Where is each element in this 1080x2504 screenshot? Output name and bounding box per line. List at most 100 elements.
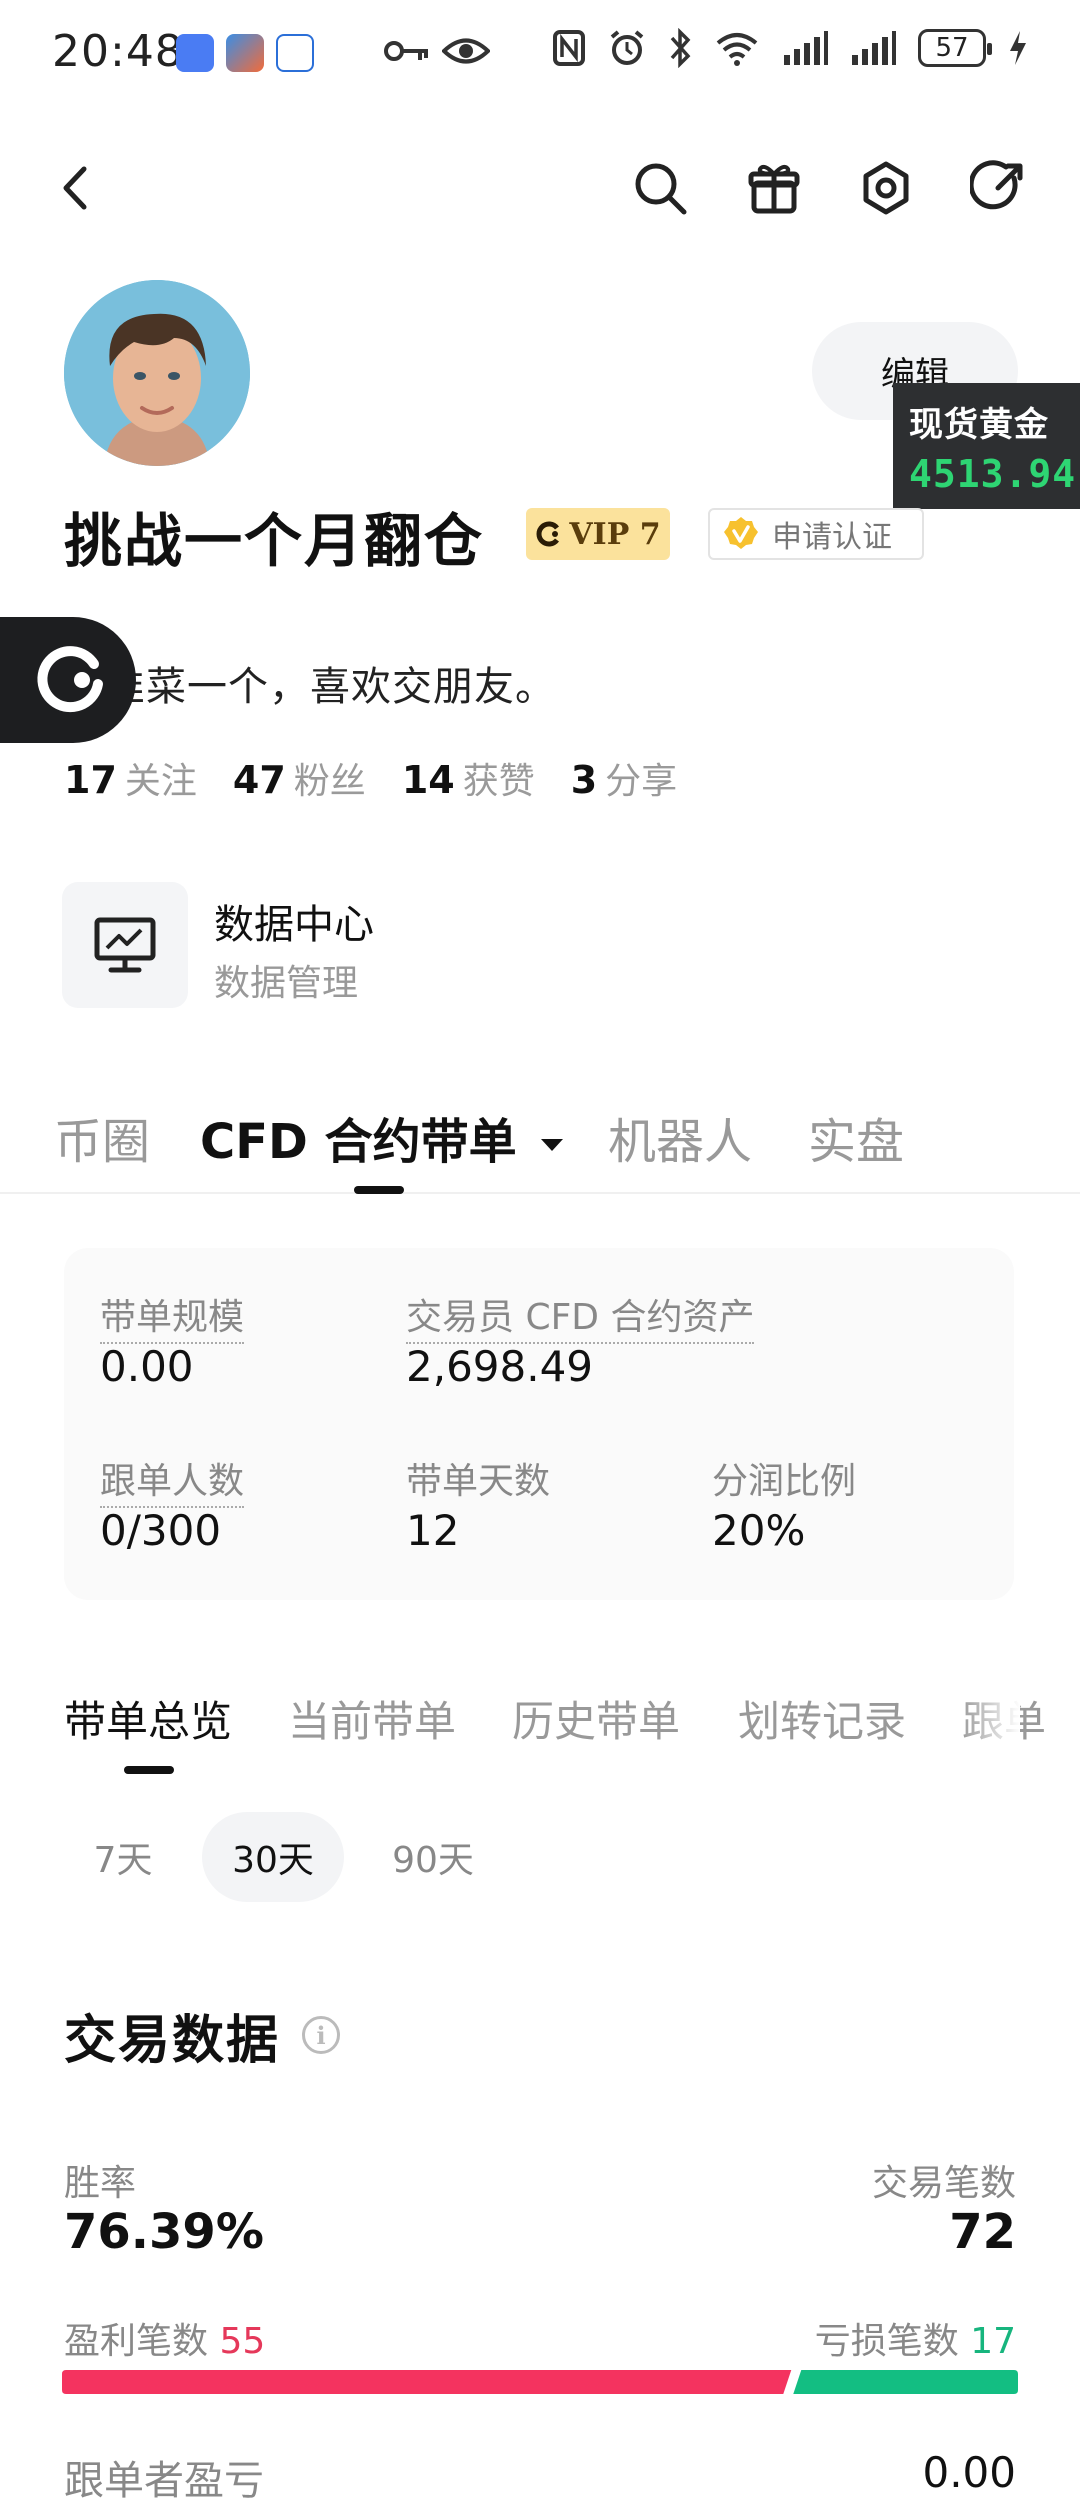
stat-label: 粉丝	[293, 761, 366, 802]
assets-value: 2,698.49	[406, 1342, 594, 1391]
monitor-chart-icon	[94, 917, 156, 973]
tab-live[interactable]: 实盘	[808, 1102, 904, 1172]
avatar[interactable]	[64, 280, 250, 466]
tab-current-orders[interactable]: 当前带单	[288, 1688, 456, 1749]
tab-cfd-copy-trading[interactable]: CFD 合约带单	[200, 1102, 565, 1172]
floating-assistant-button[interactable]	[0, 617, 136, 743]
tab-bots[interactable]: 机器人	[608, 1102, 752, 1172]
info-icon[interactable]: i	[302, 2016, 340, 2054]
vip-label: VIP 7	[569, 516, 661, 552]
app-notification-icon	[226, 34, 264, 72]
charging-icon	[1010, 31, 1026, 65]
assets-label[interactable]: 交易员 CFD 合约资产	[406, 1288, 755, 1344]
gold-price-widget[interactable]: 现货黄金 4513.94	[893, 383, 1080, 509]
gold-widget-title: 现货黄金	[909, 405, 1049, 445]
profit-share-value: 20%	[712, 1506, 806, 1555]
copy-trading-summary-card: 带单规模 0.00 交易员 CFD 合约资产 2,698.49 跟单人数 0/3…	[64, 1248, 1014, 1600]
win-loss-ratio-bar	[62, 2370, 1018, 2394]
bluetooth-icon	[670, 28, 691, 68]
scale-label[interactable]: 带单规模	[100, 1288, 245, 1344]
followers-value: 0/300	[100, 1506, 222, 1555]
stat-num: 47	[232, 758, 286, 802]
stat-shares[interactable]: 3 分享	[571, 752, 677, 804]
verified-icon	[724, 517, 758, 549]
caret-down-icon	[541, 1139, 564, 1151]
nfc-icon	[553, 30, 585, 66]
tab-label: CFD 合约带单	[200, 1114, 517, 1170]
search-button[interactable]	[628, 156, 692, 220]
stat-likes[interactable]: 14 获赞	[402, 752, 535, 804]
avatar-image	[64, 280, 250, 466]
gold-widget-price: 4513.94	[909, 452, 1077, 496]
days-label: 带单天数	[406, 1461, 551, 1502]
vip-badge[interactable]: VIP 7	[526, 508, 670, 560]
share-button[interactable]	[966, 156, 1030, 220]
loss-trades: 亏损笔数 17	[815, 2312, 1016, 2364]
key-icon	[384, 41, 428, 61]
data-center-subtitle: 数据管理	[214, 963, 359, 1004]
followers-label[interactable]: 跟单人数	[100, 1452, 245, 1508]
stat-num: 3	[570, 758, 598, 802]
stat-label: 关注	[124, 761, 197, 802]
stat-label: 获赞	[462, 761, 535, 802]
period-7d[interactable]: 7天	[64, 1812, 182, 1902]
refresh-icon	[37, 646, 103, 713]
follower-pnl-value: 0.00	[922, 2448, 1016, 2497]
back-button[interactable]	[44, 156, 108, 220]
trade-count-label: 交易笔数	[871, 2163, 1016, 2204]
trade-count-value: 72	[949, 2204, 1016, 2260]
tab-overview[interactable]: 带单总览	[64, 1688, 232, 1749]
verify-label: 申请认证	[772, 520, 892, 555]
settings-icon	[863, 161, 909, 215]
stat-num: 17	[64, 758, 117, 802]
data-center-button[interactable]	[62, 882, 188, 1008]
active-subtab-indicator	[124, 1766, 174, 1774]
win-rate-label: 胜率	[64, 2163, 137, 2204]
follower-pnl-label: 跟单者盈亏	[64, 2458, 264, 2504]
vip-logo-icon	[536, 521, 560, 547]
trading-data-title: 交易数据	[64, 2011, 281, 2071]
share-icon	[970, 160, 1023, 210]
bio: 老韭菜一个，喜欢交朋友。	[64, 664, 556, 710]
loss-trades-label: 亏损笔数	[814, 2321, 959, 2362]
profit-bar-segment	[62, 2370, 792, 2394]
tabs-fade	[960, 1688, 1020, 1768]
tab-crypto[interactable]: 币圈	[54, 1102, 150, 1172]
profile-stats: 17 关注 47 粉丝 14 获赞 3 分享	[64, 752, 677, 804]
verify-badge[interactable]: 申请认证	[708, 508, 924, 560]
period-30d[interactable]: 30天	[202, 1812, 344, 1902]
wifi-icon	[716, 33, 758, 66]
data-center-title[interactable]: 数据中心	[214, 892, 374, 950]
period-90d[interactable]: 90天	[366, 1812, 500, 1902]
status-icons: 57	[552, 28, 1028, 68]
alarm-icon	[610, 30, 644, 65]
stat-num: 14	[401, 758, 455, 802]
tab-transfer-records[interactable]: 划转记录	[738, 1688, 906, 1749]
stat-following[interactable]: 17 关注	[64, 752, 197, 804]
tab-order-history[interactable]: 历史带单	[512, 1688, 680, 1749]
battery-icon: 57	[918, 29, 992, 67]
active-tab-indicator	[354, 1186, 404, 1194]
loss-bar-segment	[793, 2370, 1018, 2394]
profit-trades-label: 盈利笔数	[64, 2321, 209, 2362]
username: 挑战一个月翻仓	[64, 507, 485, 575]
stat-followers[interactable]: 47 粉丝	[233, 752, 366, 804]
app-notification-icon	[176, 34, 214, 72]
status-time: 20:48	[52, 26, 184, 77]
stat-label: 分享	[605, 761, 678, 802]
main-tabs: 币圈 CFD 合约带单 机器人 实盘	[0, 1090, 1080, 1194]
days-value: 12	[406, 1506, 460, 1555]
profit-trades: 盈利笔数 55	[64, 2312, 265, 2364]
status-bar: 20:48 57	[0, 0, 1080, 104]
profit-trades-count: 55	[219, 2321, 266, 2362]
signal-icon	[852, 31, 896, 65]
back-icon	[63, 166, 87, 210]
gift-button[interactable]	[742, 156, 806, 220]
settings-button[interactable]	[854, 156, 918, 220]
search-icon	[635, 163, 687, 215]
loss-trades-count: 17	[970, 2321, 1016, 2362]
app-notification-icon	[276, 34, 314, 72]
top-nav	[0, 150, 1080, 230]
eye-icon	[442, 38, 490, 64]
win-rate-value: 76.39%	[64, 2204, 264, 2260]
